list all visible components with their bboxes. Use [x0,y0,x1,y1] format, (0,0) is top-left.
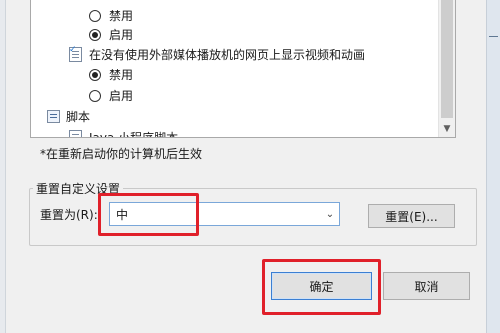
radio-label: 启用 [109,28,134,42]
list-item: Java 小程序脚本 [69,128,179,138]
window-minimize-icon [489,36,498,37]
radio-label: 禁用 [109,68,134,82]
reset-to-label: 重置为(R): [40,208,98,222]
list-item: 脚本 [47,107,90,126]
background-window-edge [486,0,500,333]
annotation-highlight-ok [262,259,381,315]
list-item: ✓ 在没有使用外部媒体播放机的网页上显示视频和动画 [69,45,365,64]
annotation-highlight-select [98,193,199,236]
setting-label: Java 小程序脚本 [89,131,179,138]
scrollbar-thumb[interactable] [441,0,453,118]
list-item[interactable]: 启用 [89,86,133,105]
dialog-left-edge [0,0,6,333]
setting-doc-icon [69,130,82,137]
radio-label: 启用 [109,89,134,103]
list-scrollbar[interactable]: ▼ [438,0,455,137]
restart-note: *在重新启动你的计算机后生效 [40,147,203,161]
script-icon [47,110,60,123]
cancel-button[interactable]: 取消 [383,272,470,300]
setting-label: 在没有使用外部媒体播放机的网页上显示视频和动画 [89,48,366,62]
list-item[interactable]: 启用 [89,25,133,44]
radio-disable-icon[interactable] [89,68,101,81]
scroll-down-arrow-icon[interactable]: ▼ [439,121,455,137]
reset-button[interactable]: 重置(E)... [368,204,455,228]
list-item[interactable]: 禁用 [89,6,133,25]
radio-enable-icon[interactable] [89,89,101,102]
internet-options-security-dialog: 禁用 启用 ✓ 在没有使用外部媒体播放机的网页上显示视频和动画 禁用 启用 脚本… [0,0,500,333]
category-label: 脚本 [66,110,91,124]
radio-enable-icon[interactable] [89,28,101,41]
security-settings-list[interactable]: 禁用 启用 ✓ 在没有使用外部媒体播放机的网页上显示视频和动画 禁用 启用 脚本… [30,0,456,138]
list-item[interactable]: 禁用 [89,65,133,84]
radio-label: 禁用 [109,9,134,23]
radio-disable-icon[interactable] [89,9,101,22]
chevron-down-icon[interactable]: ⌄ [321,209,339,220]
setting-doc-icon: ✓ [69,46,82,62]
